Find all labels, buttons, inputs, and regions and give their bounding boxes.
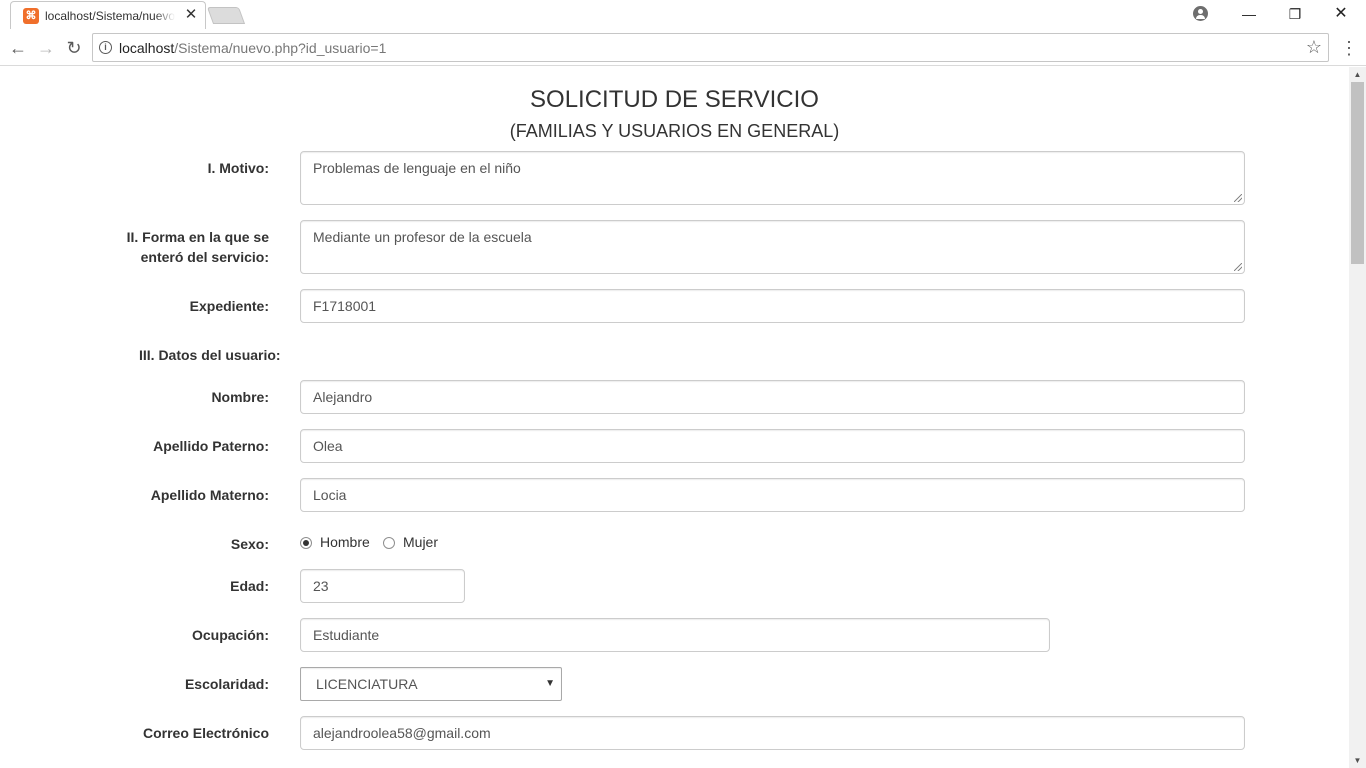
radio-mujer-label[interactable]: Mujer [403,534,438,550]
address-bar[interactable]: i localhost/Sistema/nuevo.php?id_usuario… [92,33,1329,62]
page-subtitle: (FAMILIAS Y USUARIOS EN GENERAL) [509,121,840,141]
tab-title: localhost/Sistema/nuevo.php?id_usuario=1 [45,9,175,23]
correo-input[interactable]: alejandroolea58@gmail.com [300,716,1245,750]
page-scrollbar[interactable]: ▲ ▼ [1349,67,1366,768]
expediente-label: Expediente: [189,298,269,314]
apellido-paterno-label: Apellido Paterno: [153,438,269,454]
edad-input[interactable]: 23 [300,569,465,603]
url-text: localhost/Sistema/nuevo.php?id_usuario=1 [119,40,387,56]
apellido-materno-label: Apellido Materno: [150,487,269,503]
escolaridad-label: Escolaridad: [184,676,269,692]
ocupacion-label: Ocupación: [191,627,269,643]
motivo-label: I. Motivo: [207,160,269,176]
radio-hombre[interactable] [300,537,312,549]
datos-usuario-heading: III. Datos del usuario: [139,347,281,363]
apellido-materno-input[interactable]: Locia [300,478,1245,512]
resize-grip-icon[interactable] [1234,194,1242,202]
info-icon[interactable]: i [99,41,112,54]
star-icon[interactable]: ☆ [1306,37,1322,58]
radio-hombre-label[interactable]: Hombre [320,534,370,550]
page-content: SOLICITUD DE SERVICIO (FAMILIAS Y USUARI… [0,67,1349,768]
motivo-textarea[interactable]: Problemas de lenguaje en el niño [300,151,1245,205]
sexo-label: Sexo: [230,536,269,552]
kebab-menu-icon[interactable]: ⋮ [1340,36,1358,60]
scroll-down-icon[interactable]: ▼ [1349,753,1366,768]
profile-icon[interactable] [1193,6,1208,21]
edad-label: Edad: [230,578,269,594]
xampp-icon: ⌘ [23,8,39,24]
ocupacion-input[interactable]: Estudiante [300,618,1050,652]
browser-toolbar: ← → ↻ i localhost/Sistema/nuevo.php?id_u… [0,29,1366,66]
close-icon[interactable]: ✕ [183,6,199,24]
forma-textarea[interactable]: Mediante un profesor de la escuela [300,220,1245,274]
chevron-down-icon: ▼ [545,678,555,689]
minimize-icon[interactable]: — [1227,2,1271,26]
browser-tab[interactable]: ⌘ localhost/Sistema/nuevo.php?id_usuario… [10,1,206,29]
escolaridad-select[interactable]: LICENCIATURA ▼ [300,667,562,701]
forma-label-line1: II. Forma en la que se [126,229,269,245]
window-close-icon[interactable]: ✕ [1319,2,1363,26]
expediente-input[interactable]: F1718001 [300,289,1245,323]
scroll-up-icon[interactable]: ▲ [1349,67,1366,82]
motivo-value: Problemas de lenguaje en el niño [313,160,521,176]
new-tab-button[interactable] [206,7,246,24]
apellido-paterno-input[interactable]: Olea [300,429,1245,463]
radio-mujer[interactable] [383,537,395,549]
nombre-input[interactable]: Alejandro [300,380,1245,414]
restore-icon[interactable]: ❐ [1273,2,1317,26]
resize-grip-icon[interactable] [1234,263,1242,271]
scroll-thumb[interactable] [1351,82,1364,264]
forward-arrow-icon[interactable]: → [34,36,58,60]
reload-icon[interactable]: ↻ [62,36,86,60]
tab-bar: ⌘ localhost/Sistema/nuevo.php?id_usuario… [0,0,1366,29]
forma-label-line2: enteró del servicio: [140,249,269,265]
back-arrow-icon[interactable]: ← [6,36,30,60]
correo-label: Correo Electrónico [142,725,269,741]
forma-value: Mediante un profesor de la escuela [313,229,532,245]
escolaridad-value: LICENCIATURA [316,676,418,692]
forma-label: II. Forma en la que se enteró del servic… [127,227,269,267]
page-title: SOLICITUD DE SERVICIO [530,86,819,113]
nombre-label: Nombre: [211,389,269,405]
